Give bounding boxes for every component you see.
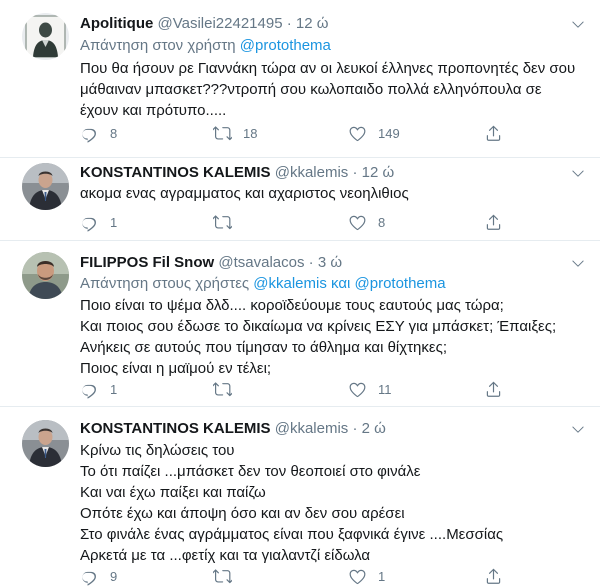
retweet-count: 18 [243, 125, 258, 141]
retweet-icon [213, 380, 232, 399]
like-count: 149 [378, 125, 400, 141]
share-button[interactable] [484, 379, 503, 399]
tweet-text-line: Ποιο είναι το ψέμα δλδ.... κοροϊδεύουμε … [80, 297, 504, 314]
reply-button[interactable]: 1 [80, 379, 117, 399]
caret-down-icon[interactable] [570, 421, 586, 437]
retweet-button[interactable] [213, 212, 243, 232]
timestamp[interactable]: 12 ώ [296, 15, 329, 32]
like-icon [348, 380, 367, 399]
tweet-text-line: Οπότε έχω και άποψη όσο και αν δεν σου α… [80, 505, 405, 522]
tweet-header: KONSTANTINOS KALEMIS @kkalemis · 12 ώ [80, 163, 394, 183]
share-button[interactable] [484, 212, 503, 232]
reply-count: 9 [110, 568, 118, 584]
like-icon [348, 213, 367, 232]
like-button[interactable]: 1 [348, 566, 385, 586]
reply-count: 1 [110, 381, 118, 397]
reply-button[interactable]: 8 [80, 123, 117, 143]
user-handle[interactable]: @Vasilei22421495 [158, 15, 283, 32]
timestamp[interactable]: 12 ώ [362, 164, 395, 181]
retweet-button[interactable] [213, 566, 243, 586]
tweet-text-line: Και ναι έχω παίξει και παίζω [80, 484, 266, 501]
display-name[interactable]: Apolitique [80, 15, 153, 32]
tweet-text-line: Ποιος είναι η μαϊμού εν τέλει; [80, 360, 272, 377]
retweet-icon [213, 213, 232, 232]
reply-button[interactable]: 1 [80, 212, 117, 232]
tweet-kkalemis[interactable]: KONSTANTINOS KALEMIS @kkalemis · 12 ώ ακ… [0, 158, 600, 240]
display-name[interactable]: KONSTANTINOS KALEMIS [80, 420, 271, 437]
tweet-apolitique[interactable]: Apolitique @Vasilei22421495 · 12 ώ Απάντ… [0, 0, 600, 158]
tweet-text: Ποιο είναι το ψέμα δλδ.... κοροϊδεύουμε … [80, 295, 556, 379]
tweet-kkalemis-reply[interactable]: KONSTANTINOS KALEMIS @kkalemis · 2 ώ Κρί… [0, 407, 600, 588]
like-icon [348, 124, 367, 143]
share-button[interactable] [484, 566, 503, 586]
avatar[interactable] [22, 163, 69, 210]
tweet-text-line: ακομα ενας αγραμματος και αχαριστος νεοη… [80, 185, 409, 202]
caret-down-icon[interactable] [570, 16, 586, 32]
reply-context: Απάντηση στους χρήστες @kkalemis και @pr… [80, 274, 446, 294]
retweet-icon [213, 567, 232, 586]
like-button[interactable]: 149 [348, 123, 400, 143]
like-button[interactable]: 8 [348, 212, 385, 232]
share-icon [484, 567, 503, 586]
separator-dot: · [352, 420, 358, 437]
user-handle[interactable]: @tsavalacos [218, 254, 304, 271]
avatar[interactable] [22, 13, 69, 60]
share-icon [484, 213, 503, 232]
like-count: 1 [378, 568, 386, 584]
like-icon [348, 567, 367, 586]
tweet-text-line: μάθαιναν μπασκετ???ντροπή σου κωλοπαιδο … [80, 81, 542, 98]
avatar[interactable] [22, 420, 69, 467]
separator-dot: · [286, 15, 292, 32]
share-button[interactable] [484, 123, 503, 143]
reply-icon [80, 124, 99, 143]
like-button[interactable]: 11 [348, 379, 392, 399]
tweet-text: ακομα ενας αγραμματος και αχαριστος νεοη… [80, 183, 409, 204]
tweet-text-line: Ανήκεις σε αυτούς που τίμησαν το άθλημα … [80, 339, 447, 356]
tweet-text: Κρίνω τις δηλώσεις του Το ότι παίζει ...… [80, 440, 503, 566]
reply-mentions[interactable]: @protothema [240, 37, 331, 54]
user-handle[interactable]: @kkalemis [275, 164, 349, 181]
timestamp[interactable]: 3 ώ [318, 254, 342, 271]
reply-prefix: Απάντηση στους χρήστες [80, 275, 250, 292]
tweet-text-line: Και ποιος σου έδωσε το δικαίωμα να κρίνε… [80, 318, 557, 335]
tweet-text-line: Που θα ήσουν ρε Γιαννάκη τώρα αν οι λευκ… [80, 60, 576, 77]
caret-down-icon[interactable] [570, 255, 586, 271]
retweet-button[interactable]: 18 [213, 123, 257, 143]
reply-prefix: Απάντηση στον χρήστη [80, 37, 236, 54]
tweet-header: Apolitique @Vasilei22421495 · 12 ώ [80, 14, 328, 34]
retweet-button[interactable] [213, 379, 243, 399]
display-name[interactable]: FILIPPOS Fil Snow [80, 254, 214, 271]
display-name[interactable]: KONSTANTINOS KALEMIS [80, 164, 271, 181]
tweet-header: KONSTANTINOS KALEMIS @kkalemis · 2 ώ [80, 419, 386, 439]
caret-down-icon[interactable] [570, 165, 586, 181]
reply-context: Απάντηση στον χρήστη @protothema [80, 36, 331, 56]
like-count: 11 [378, 381, 392, 397]
separator-dot: · [308, 254, 314, 271]
like-count: 8 [378, 214, 386, 230]
tweet-text-line: Κρίνω τις δηλώσεις του [80, 442, 235, 459]
tweet-text: Που θα ήσουν ρε Γιαννάκη τώρα αν οι λευκ… [80, 58, 575, 121]
separator-dot: · [352, 164, 358, 181]
retweet-icon [213, 124, 232, 143]
user-handle[interactable]: @kkalemis [275, 420, 349, 437]
reply-count: 1 [110, 214, 118, 230]
tweet-text-line: Στο φινάλε ένας αγράμματος είναι που ξαφ… [80, 526, 504, 543]
share-icon [484, 124, 503, 143]
reply-icon [80, 380, 99, 399]
tweet-header: FILIPPOS Fil Snow @tsavalacos · 3 ώ [80, 253, 342, 273]
avatar[interactable] [22, 252, 69, 299]
reply-button[interactable]: 9 [80, 566, 117, 586]
timestamp[interactable]: 2 ώ [362, 420, 386, 437]
share-icon [484, 380, 503, 399]
tweet-text-line: Αρκετά με τα ...φετίχ και τα γιαλαντζί ε… [80, 547, 371, 564]
tweet-text-line: έχουν και πρότυπο..... [80, 102, 227, 119]
reply-count: 8 [110, 125, 118, 141]
tweet-text-line: Το ότι παίζει ...μπάσκετ δεν τον θεοποιε… [80, 463, 421, 480]
reply-icon [80, 567, 99, 586]
tweet-tsavalacos[interactable]: FILIPPOS Fil Snow @tsavalacos · 3 ώ Απάν… [0, 241, 600, 406]
reply-mentions[interactable]: @kkalemis και @protothema [253, 275, 445, 292]
reply-icon [80, 213, 99, 232]
